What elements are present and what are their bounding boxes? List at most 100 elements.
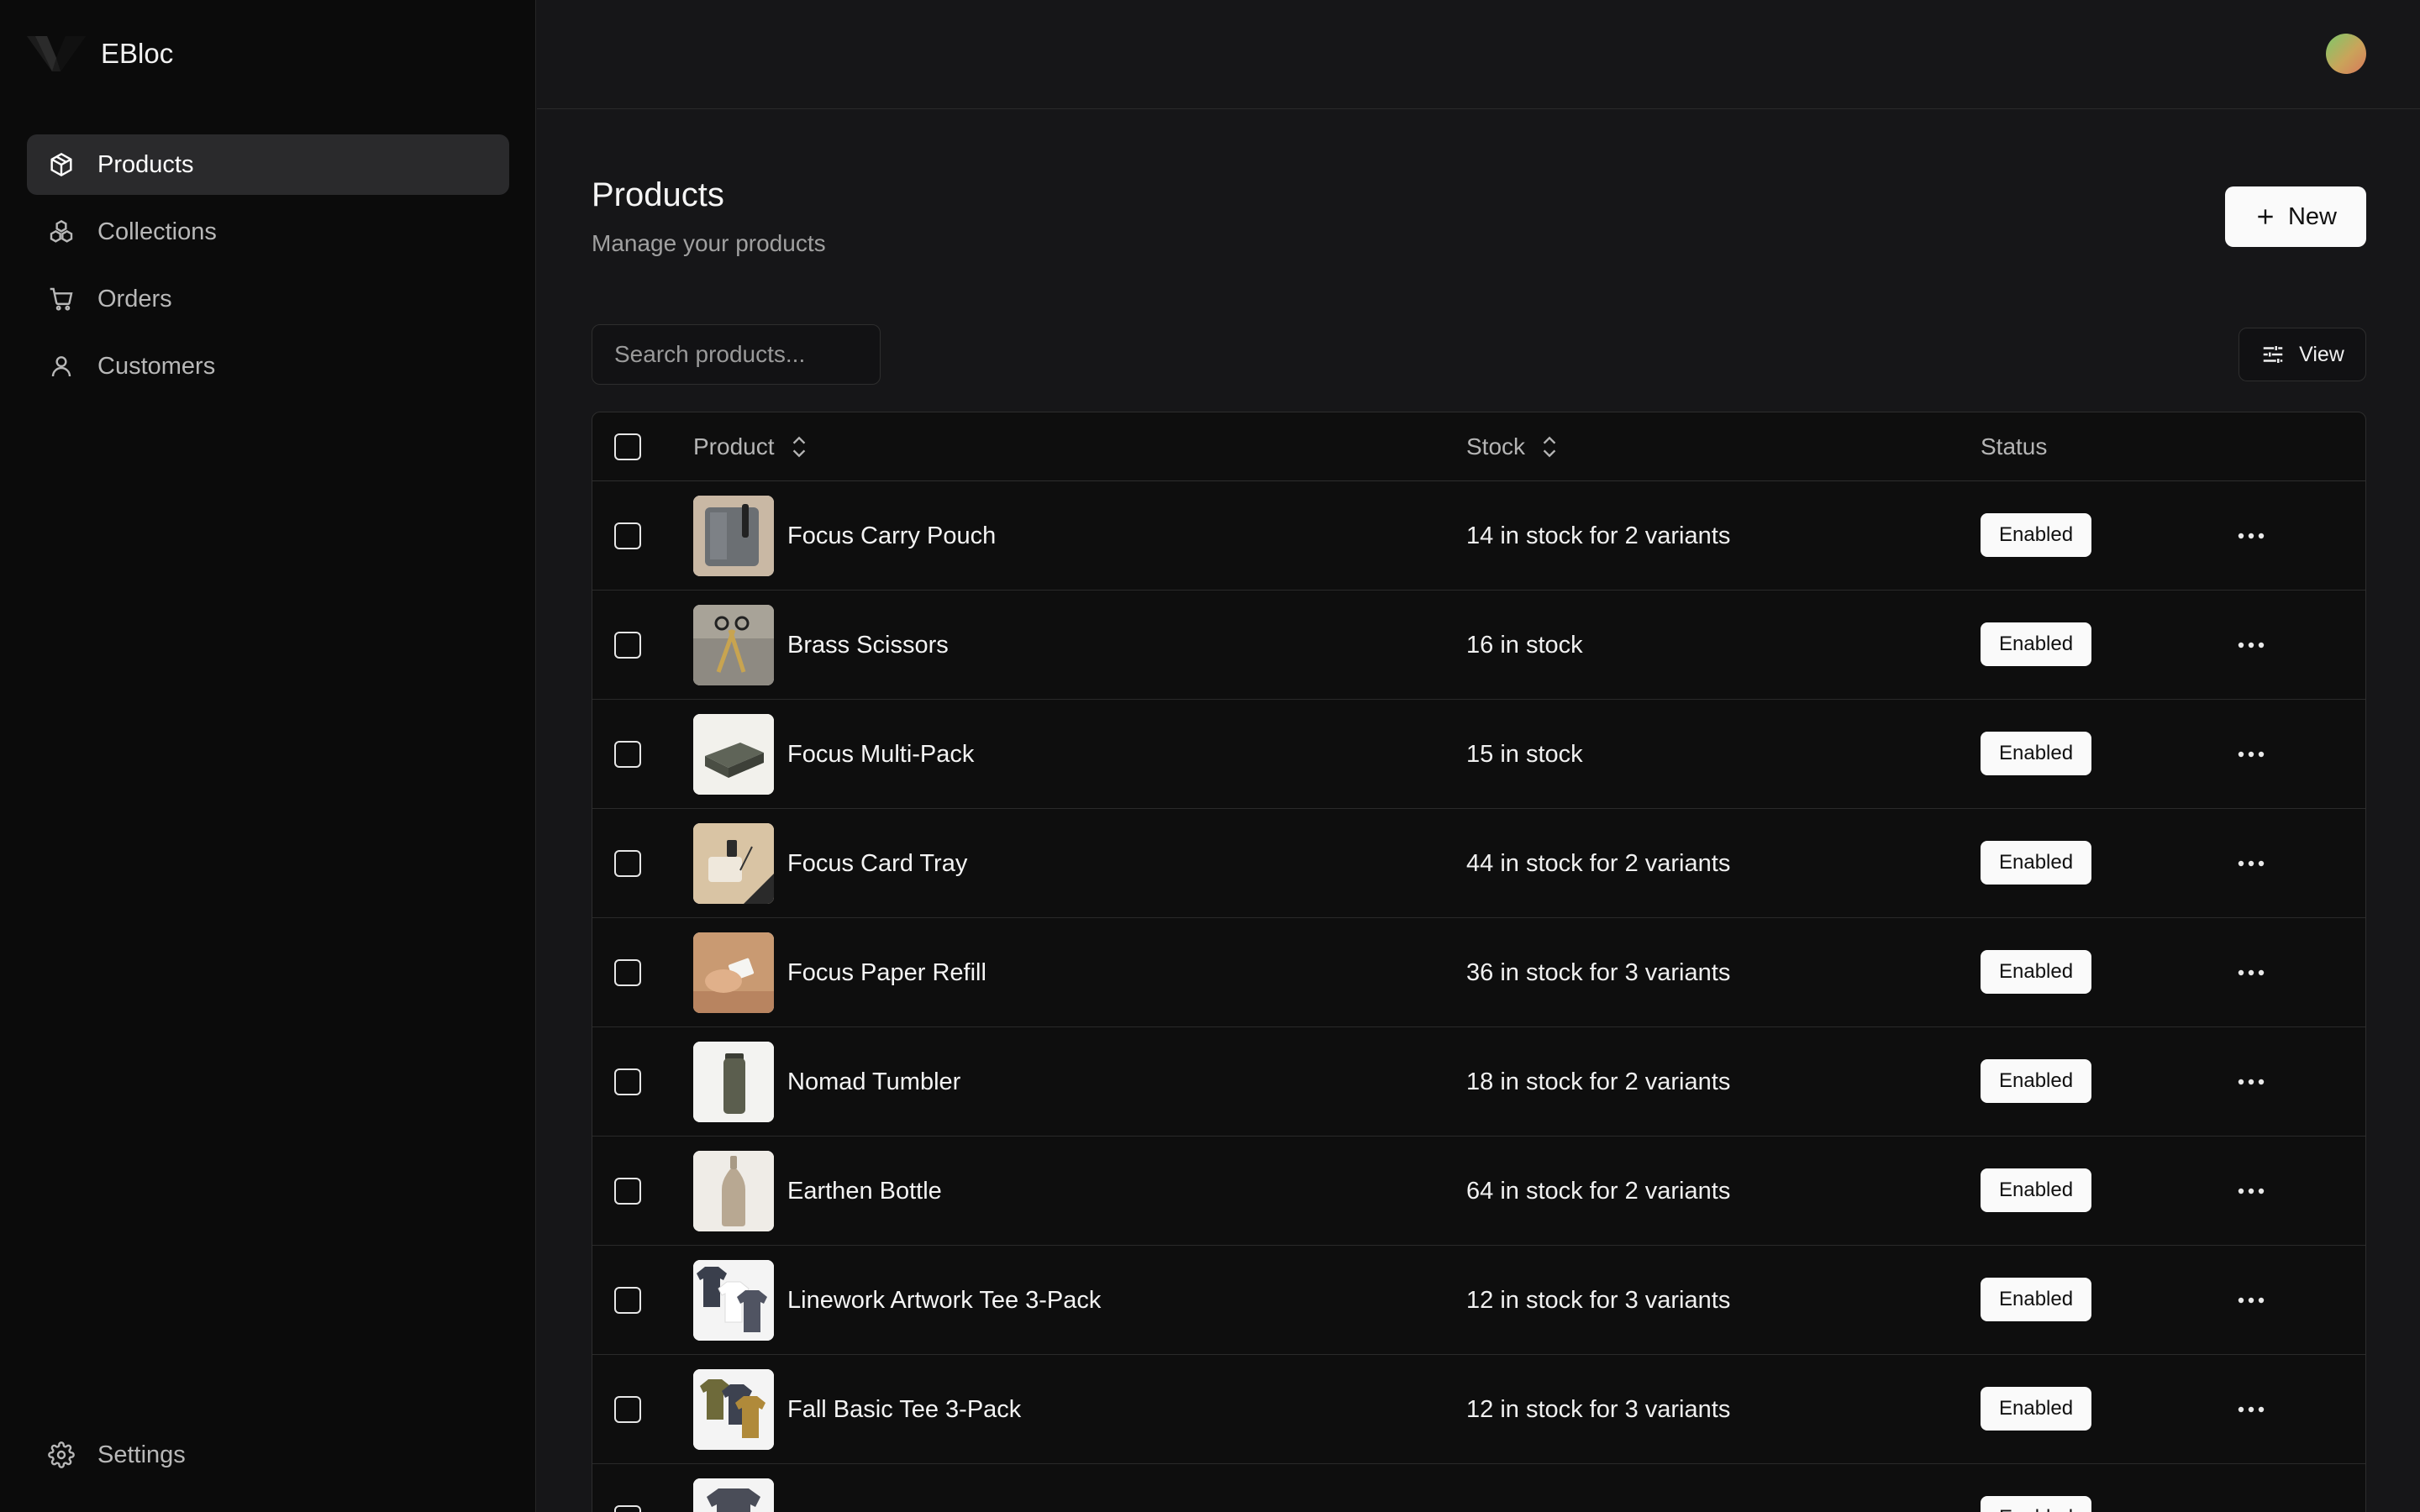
product-thumbnail [693,605,774,685]
status-badge: Enabled [1981,1496,2092,1512]
table-row[interactable]: Enabled [592,1464,2365,1512]
more-icon [2238,860,2265,867]
view-options-button[interactable]: View [2238,328,2366,381]
column-label: Status [1981,433,2048,459]
row-checkbox[interactable] [614,959,641,986]
column-header-product[interactable]: Product [693,412,810,481]
row-actions-button[interactable] [2231,625,2271,665]
product-stock: 36 in stock for 3 variants [1466,958,1731,986]
row-checkbox[interactable] [614,632,641,659]
sidebar-item-orders[interactable]: Orders [27,269,509,329]
avatar[interactable] [2326,34,2366,74]
more-icon [2238,1188,2265,1194]
product-stock: 18 in stock for 2 variants [1466,1068,1731,1095]
table-row[interactable]: Brass Scissors 16 in stock Enabled [592,591,2365,700]
sidebar: EBloc Products Collections Orders Custom… [0,0,536,1512]
product-name[interactable]: Focus Paper Refill [787,918,986,1027]
product-name[interactable]: Linework Artwork Tee 3-Pack [787,1246,1101,1355]
more-icon [2238,1297,2265,1304]
products-table: Product Stock Status Focus Carry Pouch 1… [592,412,2366,1512]
product-stock: 16 in stock [1466,631,1583,659]
product-name[interactable]: Fall Basic Tee 3-Pack [787,1355,1021,1464]
column-header-stock[interactable]: Stock [1466,412,1560,481]
sidebar-item-label: Customers [97,352,216,380]
table-row[interactable]: Focus Paper Refill 36 in stock for 3 var… [592,918,2365,1027]
brand[interactable]: EBloc [27,30,173,77]
row-checkbox[interactable] [614,1505,641,1512]
row-actions-button[interactable] [2231,516,2271,556]
row-checkbox[interactable] [614,741,641,768]
row-checkbox[interactable] [614,1068,641,1095]
row-actions-button[interactable] [2231,1389,2271,1430]
row-actions-button[interactable] [2231,1062,2271,1102]
sidebar-item-settings[interactable]: Settings [27,1425,509,1485]
new-button-label: New [2287,202,2337,230]
sidebar-item-collections[interactable]: Collections [27,202,509,262]
row-checkbox[interactable] [614,1178,641,1205]
row-checkbox[interactable] [614,1396,641,1423]
row-checkbox[interactable] [614,1287,641,1314]
sliders-icon [2263,346,2283,363]
status-badge: Enabled [1981,732,2092,775]
product-stock: 64 in stock for 2 variants [1466,1177,1731,1205]
cart-icon [47,285,76,313]
table-row[interactable]: Earthen Bottle 64 in stock for 2 variant… [592,1137,2365,1246]
table-row[interactable]: Focus Carry Pouch 14 in stock for 2 vari… [592,481,2365,591]
sidebar-item-label: Orders [97,285,172,312]
collections-icon [47,218,76,246]
table-row[interactable]: Focus Multi-Pack 15 in stock Enabled [592,700,2365,809]
column-label: Product [693,433,775,459]
table-row[interactable]: Fall Basic Tee 3-Pack 12 in stock for 3 … [592,1355,2365,1464]
status-badge: Enabled [1981,1278,2092,1321]
status-badge: Enabled [1981,1387,2092,1431]
search-input[interactable] [592,324,881,385]
sidebar-nav: Products Collections Orders Customers [27,134,509,403]
product-name[interactable]: Nomad Tumbler [787,1027,960,1137]
row-actions-button[interactable] [2231,1499,2271,1512]
more-icon [2238,969,2265,976]
more-icon [2238,751,2265,758]
row-checkbox[interactable] [614,850,641,877]
row-actions-button[interactable] [2231,1171,2271,1211]
row-actions-button[interactable] [2231,843,2271,884]
status-badge: Enabled [1981,1168,2092,1212]
more-icon [2238,642,2265,648]
product-stock: 15 in stock [1466,740,1583,768]
row-actions-button[interactable] [2231,1280,2271,1320]
row-actions-button[interactable] [2231,734,2271,774]
product-stock: 12 in stock for 3 variants [1466,1395,1731,1423]
new-product-button[interactable]: New [2225,186,2366,247]
row-checkbox[interactable] [614,522,641,549]
product-name[interactable]: Earthen Bottle [787,1137,942,1246]
product-name[interactable]: Focus Multi-Pack [787,700,974,809]
sort-icon [792,436,805,458]
logo-icon [27,36,86,71]
more-icon [2238,1079,2265,1085]
column-label: Stock [1466,433,1526,459]
brand-name: EBloc [101,38,174,69]
product-stock: 14 in stock for 2 variants [1466,522,1731,549]
topbar [537,0,2420,109]
sidebar-item-customers[interactable]: Customers [27,336,509,396]
sidebar-item-label: Settings [97,1441,186,1468]
product-name[interactable]: Focus Card Tray [787,809,967,918]
table-row[interactable]: Focus Card Tray 44 in stock for 2 varian… [592,809,2365,918]
status-badge: Enabled [1981,622,2092,666]
sidebar-item-products[interactable]: Products [27,134,509,195]
table-row[interactable]: Nomad Tumbler 18 in stock for 2 variants… [592,1027,2365,1137]
product-thumbnail [693,932,774,1013]
row-actions-button[interactable] [2231,953,2271,993]
package-icon [47,150,76,179]
product-thumbnail [693,1260,774,1341]
product-name[interactable]: Focus Carry Pouch [787,481,996,591]
product-thumbnail [693,1151,774,1231]
sidebar-item-label: Products [97,150,194,178]
sidebar-item-label: Collections [97,218,217,245]
table-row[interactable]: Linework Artwork Tee 3-Pack 12 in stock … [592,1246,2365,1355]
select-all-checkbox[interactable] [614,433,641,460]
status-badge: Enabled [1981,513,2092,557]
status-badge: Enabled [1981,1059,2092,1103]
product-stock: 12 in stock for 3 variants [1466,1286,1731,1314]
column-header-status: Status [1981,412,2047,481]
product-name[interactable]: Brass Scissors [787,591,949,700]
